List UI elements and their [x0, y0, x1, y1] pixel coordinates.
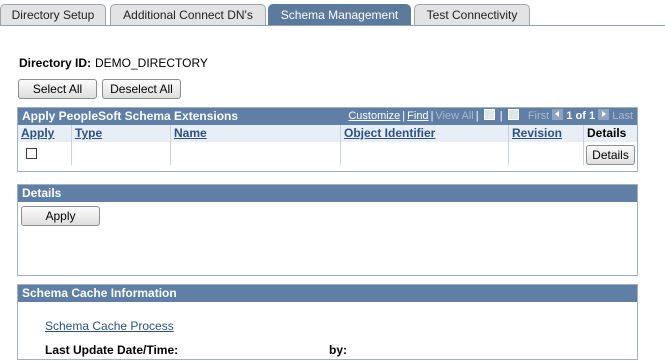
details-section: Details Apply	[17, 184, 638, 276]
last-update-label: Last Update Date/Time:	[45, 343, 179, 357]
tab-divider	[0, 25, 665, 26]
directory-id-label: Directory ID:	[19, 56, 92, 70]
tab-bar: Directory Setup Additional Connect DN's …	[0, 4, 665, 26]
details-button[interactable]: Details	[586, 145, 635, 165]
last-link[interactable]: Last	[612, 110, 633, 122]
col-type[interactable]: Type	[72, 125, 171, 142]
updated-by-label: by:	[329, 343, 347, 357]
previous-arrow-icon[interactable]	[552, 109, 564, 120]
tab-directory-setup[interactable]: Directory Setup	[0, 4, 106, 25]
table-row-type-cell	[72, 142, 171, 165]
row-range: 1 of 1	[566, 110, 596, 122]
spreadsheet-icon[interactable]	[507, 109, 519, 120]
tab-schema-management[interactable]: Schema Management	[268, 4, 411, 26]
table-row-revision-cell	[509, 142, 584, 165]
table-row-oid-cell	[341, 142, 509, 165]
apply-button[interactable]: Apply	[21, 206, 100, 226]
apply-checkbox[interactable]	[26, 148, 37, 159]
schema-cache-section: Schema Cache Information Schema Cache Pr…	[17, 284, 638, 360]
grid-title: Apply PeopleSoft Schema Extensions	[22, 109, 239, 123]
grid-navigation: Customize | Find | View All | | First 1 of 1 …	[348, 109, 633, 122]
table-row-details-cell: Details	[584, 142, 637, 165]
tab-additional-connect-dns[interactable]: Additional Connect DN's	[110, 4, 266, 25]
deselect-all-button[interactable]: Deselect All	[102, 79, 181, 99]
schema-cache-process-link[interactable]: Schema Cache Process	[45, 319, 174, 333]
schema-cache-header: Schema Cache Information	[18, 285, 637, 302]
next-arrow-icon[interactable]	[598, 109, 610, 120]
table-row-name-cell	[171, 142, 341, 165]
download-icon[interactable]	[483, 109, 495, 120]
table-row-apply-cell	[18, 142, 72, 165]
view-all-link[interactable]: View All	[435, 110, 473, 122]
grid-header: Apply PeopleSoft Schema Extensions Custo…	[18, 108, 637, 125]
col-revision[interactable]: Revision	[509, 125, 584, 142]
schema-extensions-grid: Apply PeopleSoft Schema Extensions Custo…	[17, 107, 638, 172]
col-object-identifier[interactable]: Object Identifier	[341, 125, 509, 142]
find-link[interactable]: Find	[407, 110, 428, 122]
col-apply[interactable]: Apply	[18, 125, 72, 142]
col-details: Details	[584, 125, 637, 142]
select-all-button[interactable]: Select All	[18, 79, 97, 99]
customize-link[interactable]: Customize	[348, 110, 400, 122]
tab-test-connectivity[interactable]: Test Connectivity	[414, 4, 530, 25]
col-name[interactable]: Name	[171, 125, 341, 142]
directory-id-value: DEMO_DIRECTORY	[95, 56, 208, 70]
details-section-header: Details	[18, 185, 637, 202]
first-link[interactable]: First	[528, 110, 549, 122]
